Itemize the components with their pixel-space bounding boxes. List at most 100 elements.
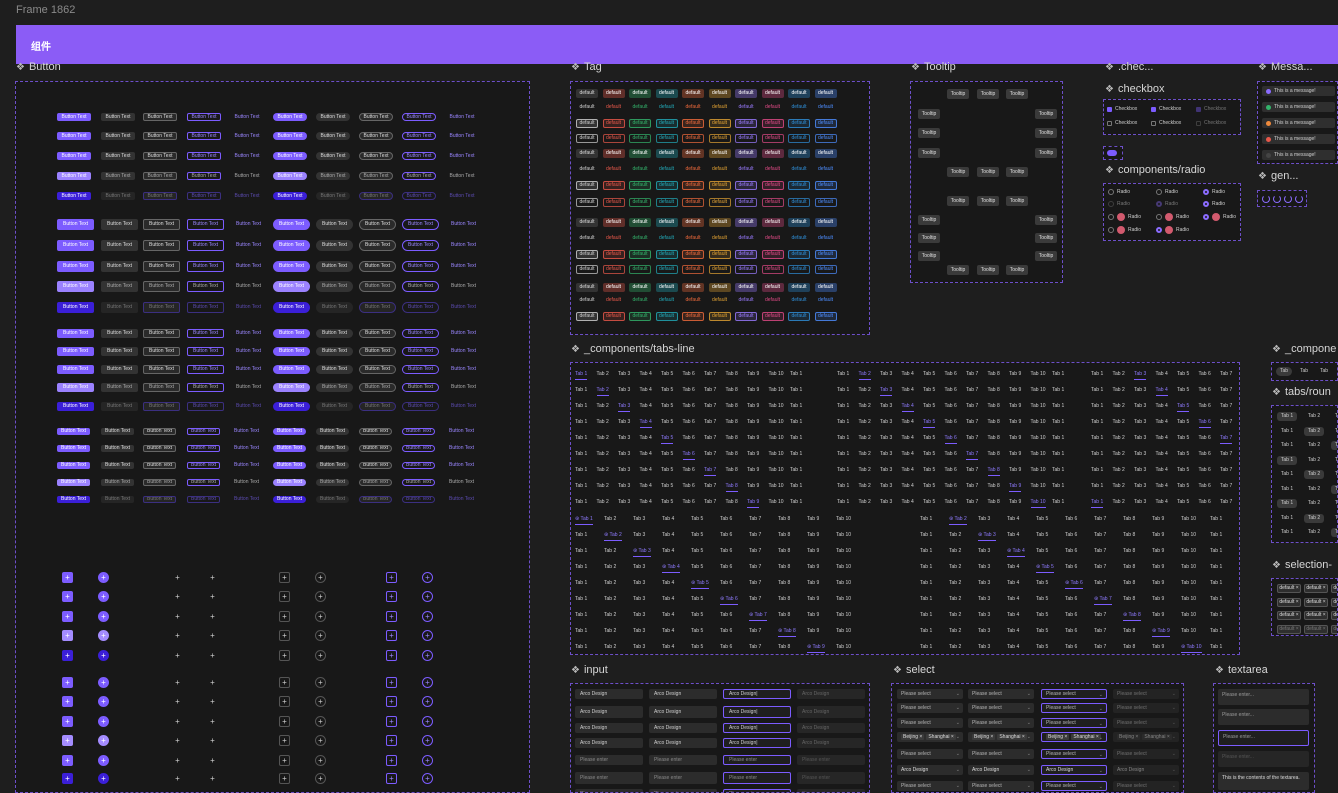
plus-icon-button[interactable]: +	[279, 677, 290, 688]
tab-item[interactable]: ⊛ Tab 5	[691, 580, 709, 589]
tab-item[interactable]: Tab 6	[683, 499, 695, 505]
tab-item[interactable]: Tab 3	[1134, 419, 1146, 425]
plus-icon-button[interactable]: +	[172, 696, 183, 707]
tab-item[interactable]: Tab 4	[1007, 580, 1019, 586]
button-text-button[interactable]: Button Text	[445, 302, 482, 313]
text-input[interactable]: Arco Design	[649, 706, 717, 718]
tab-item[interactable]: Tab 2	[1113, 403, 1125, 409]
round-tab[interactable]: Tab 1	[1277, 427, 1297, 436]
tab-item[interactable]: Tab 6	[1199, 483, 1211, 489]
button-text-button[interactable]: Button Text	[57, 132, 91, 140]
tab-item[interactable]: Tab 1	[790, 419, 802, 425]
plus-icon-button[interactable]: +	[172, 677, 183, 688]
button-text-button[interactable]: Button Text	[359, 462, 392, 469]
tab-item[interactable]: Tab 2	[1113, 419, 1125, 425]
button-text-button[interactable]: Button Text	[316, 428, 349, 435]
tab-item[interactable]: Tab 6	[945, 371, 957, 377]
textarea-field[interactable]: Please enter...	[1218, 751, 1309, 767]
button-text-button[interactable]: Button Text	[101, 240, 138, 251]
tab-item[interactable]: Tab 2	[604, 612, 616, 618]
tab-item[interactable]: Tab 1	[837, 435, 849, 441]
tab-item[interactable]: Tab 1	[575, 371, 588, 380]
tab-item[interactable]: Tab 2	[949, 532, 961, 538]
round-tab[interactable]: Tab 1	[1277, 528, 1297, 537]
tab-item[interactable]: Tab 7	[704, 403, 716, 409]
button-text-button[interactable]: Button Text	[101, 281, 138, 292]
plus-icon-button[interactable]: +	[172, 611, 183, 622]
button-text-button[interactable]: Button Text	[359, 496, 392, 503]
plus-icon-button[interactable]: +	[207, 677, 218, 688]
tab-item[interactable]: Tab 10	[1181, 564, 1196, 570]
tab-item[interactable]: Tab 1	[1210, 612, 1222, 618]
text-input[interactable]: Arco Design|	[723, 738, 791, 748]
tab-item[interactable]: Tab 9	[1152, 516, 1164, 522]
plus-icon-button[interactable]: +	[207, 773, 218, 784]
tab-item[interactable]: Tab 3	[618, 435, 630, 441]
tab-item[interactable]: Tab 1	[575, 499, 587, 505]
radio-dot[interactable]	[1108, 189, 1114, 195]
tab-item[interactable]: Tab 7	[704, 467, 717, 476]
button-text-button[interactable]: Button Text	[273, 302, 310, 313]
tab-item[interactable]: Tab 7	[1094, 564, 1106, 570]
button-text-button[interactable]: Button Text	[230, 281, 267, 292]
section-label-button[interactable]: ❖ Button	[16, 61, 61, 73]
tab-item[interactable]: ⊛ Tab 6	[1065, 580, 1083, 589]
tab-item[interactable]: Tab 9	[1009, 483, 1022, 492]
button-text-button[interactable]: Button Text	[57, 152, 91, 160]
button-text-button[interactable]: Button Text	[57, 365, 94, 374]
tab-item[interactable]: Tab 5	[923, 451, 935, 457]
radio-item[interactable]: Radio	[1203, 189, 1225, 195]
tab-item[interactable]: Tab 9	[807, 516, 819, 522]
checkbox-box[interactable]	[1107, 120, 1112, 126]
tab-item[interactable]: Tab 9	[1152, 644, 1164, 650]
tab-item[interactable]: Tab 6	[720, 548, 732, 554]
tab-item[interactable]: Tab 6	[945, 499, 957, 505]
button-text-button[interactable]: Button Text	[402, 281, 439, 292]
tab-item[interactable]: Tab 10	[769, 387, 784, 393]
button-text-button[interactable]: Button Text	[143, 347, 180, 356]
selection-tag[interactable]: default ×	[1331, 624, 1337, 634]
select-field[interactable]: Please select ⌄	[1041, 718, 1107, 728]
text-input[interactable]: Arco Design|	[723, 706, 791, 718]
tab-item[interactable]: Tab 2	[859, 499, 871, 505]
select-field[interactable]: Arco Design ⌄	[968, 765, 1034, 775]
section-label-textarea[interactable]: ❖ textarea	[1215, 664, 1268, 676]
tab-item[interactable]: Tab 2	[597, 371, 609, 377]
button-text-button[interactable]: Button Text	[273, 329, 310, 338]
tab-item[interactable]: Tab 3	[1134, 467, 1146, 473]
button-text-button[interactable]: Button Text	[402, 383, 439, 392]
tab-item[interactable]: Tab 1	[575, 612, 587, 618]
tab-item[interactable]: Tab 1	[1052, 467, 1064, 473]
select-field[interactable]: Please select ⌄	[968, 689, 1034, 699]
button-text-button[interactable]: Button Text	[187, 302, 224, 313]
tab-item[interactable]: Tab 5	[661, 387, 673, 393]
button-text-button[interactable]: Button Text	[445, 496, 478, 503]
button-text-button[interactable]: Button Text	[57, 192, 91, 200]
button-text-button[interactable]: Button Text	[445, 192, 479, 200]
tab-item[interactable]: Tab 1	[575, 564, 587, 570]
tab-item[interactable]: Tab 6	[1199, 467, 1211, 473]
plus-icon-button[interactable]: +	[98, 696, 109, 707]
radio-avatar-item[interactable]: Radio	[1156, 226, 1189, 234]
tab-item[interactable]: Tab 5	[1036, 548, 1048, 554]
textarea-field[interactable]: This is the contents of the textarea.	[1218, 772, 1309, 790]
text-input[interactable]: Please enter	[797, 772, 865, 784]
text-input[interactable]: Arco Design|	[723, 723, 791, 733]
tab-item[interactable]: Tab 8	[726, 499, 738, 505]
text-input[interactable]: Please enter	[649, 772, 717, 784]
tab-item[interactable]: Tab 10	[836, 548, 851, 554]
tab-item[interactable]: Tab 9	[747, 467, 759, 473]
text-input[interactable]: Please enter	[797, 755, 865, 765]
tab-item[interactable]: Tab 10	[769, 451, 784, 457]
round-tab[interactable]: Tab 3	[1331, 484, 1337, 494]
plus-icon-button[interactable]: +	[98, 572, 109, 583]
tab-item[interactable]: Tab 9	[1009, 499, 1021, 505]
round-tab[interactable]: Tab 2	[1304, 426, 1324, 436]
tab-item[interactable]: Tab 2	[859, 483, 871, 489]
tab-item[interactable]: Tab 1	[920, 516, 932, 522]
tab-item[interactable]: Tab 8	[1123, 548, 1135, 554]
tab-item[interactable]: Tab 1	[920, 532, 932, 538]
tab-item[interactable]: Tab 6	[720, 532, 732, 538]
tab-item[interactable]: Tab 8	[778, 516, 790, 522]
tab-item[interactable]: Tab 8	[987, 467, 1000, 476]
